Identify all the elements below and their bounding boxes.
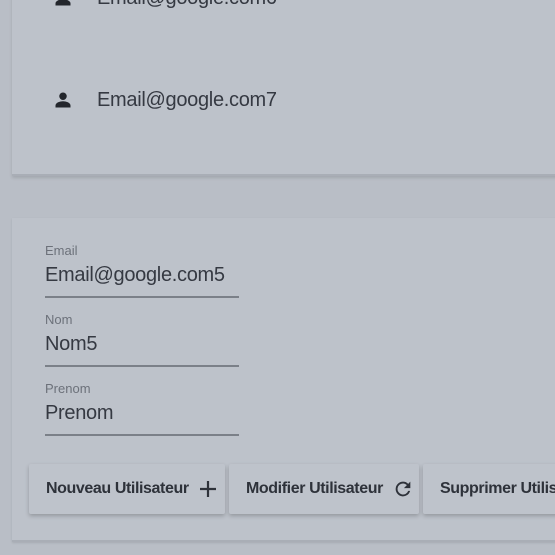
edit-user-button[interactable]: Modifier Utilisateur (229, 464, 419, 514)
person-icon (52, 89, 74, 111)
nom-label: Nom (45, 312, 73, 327)
email-field[interactable]: Email Email@google.com5 (45, 242, 239, 298)
person-icon (52, 0, 74, 9)
user-email: Email@google.com6 (97, 0, 277, 10)
user-list-item[interactable]: Email@google.com6 (52, 0, 532, 18)
prenom-input[interactable]: Prenom (45, 398, 239, 428)
user-list-item[interactable]: Email@google.com7 (52, 80, 532, 120)
nom-underline (45, 365, 239, 367)
prenom-underline (45, 434, 239, 436)
delete-user-label: Supprimer Utilisateur (440, 480, 555, 497)
new-user-button[interactable]: Nouveau Utilisateur (29, 464, 225, 514)
prenom-field[interactable]: Prenom Prenom (45, 380, 239, 436)
email-label: Email (45, 243, 78, 258)
users-list-card: Email@google.com6 Email@google.com7 (12, 0, 555, 176)
email-input[interactable]: Email@google.com5 (45, 260, 239, 290)
email-underline (45, 296, 239, 298)
user-form-card: Email Email@google.com5 Nom Nom5 Prenom … (12, 218, 555, 542)
nom-field[interactable]: Nom Nom5 (45, 311, 239, 367)
delete-user-button[interactable]: Supprimer Utilisateur (423, 464, 555, 514)
refresh-icon (392, 478, 414, 500)
prenom-label: Prenom (45, 381, 91, 396)
user-email: Email@google.com7 (97, 88, 277, 111)
new-user-label: Nouveau Utilisateur (46, 480, 189, 497)
edit-user-label: Modifier Utilisateur (246, 480, 383, 497)
plus-icon (198, 479, 218, 499)
app-viewport: Email@google.com6 Email@google.com7 Emai… (0, 0, 555, 555)
nom-input[interactable]: Nom5 (45, 329, 239, 359)
